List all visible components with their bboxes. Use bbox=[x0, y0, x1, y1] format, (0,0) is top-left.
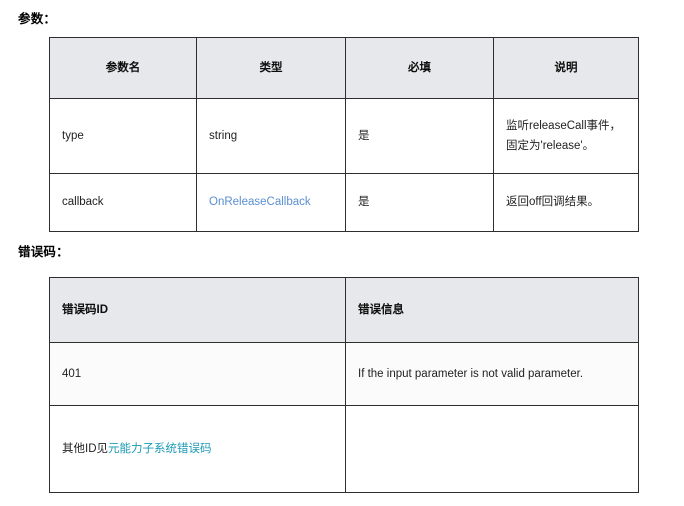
table-header-row: 错误码ID 错误信息 bbox=[49, 277, 639, 343]
error-codes-section-title: 错误码： bbox=[18, 245, 69, 259]
on-release-callback-link[interactable]: OnReleaseCallback bbox=[209, 196, 311, 208]
error-id-cell: 其他ID见元能力子系统错误码 bbox=[49, 405, 346, 493]
param-required-cell: 是 bbox=[345, 98, 494, 174]
parameters-table: 参数名 类型 必填 说明 type string 是 监听releaseCall… bbox=[49, 37, 639, 232]
param-name-cell: type bbox=[49, 98, 197, 174]
column-header-param-desc: 说明 bbox=[493, 37, 639, 99]
param-name-cell: callback bbox=[49, 173, 197, 232]
table-row: callback OnReleaseCallback 是 返回off回调结果。 bbox=[49, 173, 639, 232]
error-message-cell: If the input parameter is not valid para… bbox=[345, 342, 639, 406]
param-type-cell: OnReleaseCallback bbox=[196, 173, 346, 232]
table-header-row: 参数名 类型 必填 说明 bbox=[49, 37, 639, 99]
column-header-error-message: 错误信息 bbox=[345, 277, 639, 343]
table-row: 401 If the input parameter is not valid … bbox=[49, 342, 639, 406]
column-header-error-id: 错误码ID bbox=[49, 277, 346, 343]
error-id-cell: 401 bbox=[49, 342, 346, 406]
param-description-cell: 监听releaseCall事件， 固定为'release'。 bbox=[493, 98, 639, 174]
other-ids-text: 其他ID见 bbox=[62, 442, 108, 455]
error-message-cell bbox=[345, 405, 639, 493]
column-header-param-required: 必填 bbox=[345, 37, 494, 99]
ability-subsystem-error-codes-link[interactable]: 元能力子系统错误码 bbox=[108, 443, 212, 455]
table-row: 其他ID见元能力子系统错误码 bbox=[49, 405, 639, 493]
column-header-param-name: 参数名 bbox=[49, 37, 197, 99]
params-section-title: 参数： bbox=[18, 12, 57, 26]
column-header-param-type: 类型 bbox=[196, 37, 346, 99]
table-row: type string 是 监听releaseCall事件， 固定为'relea… bbox=[49, 98, 639, 174]
param-description-cell: 返回off回调结果。 bbox=[493, 173, 639, 232]
param-required-cell: 是 bbox=[345, 173, 494, 232]
param-type-cell: string bbox=[196, 98, 346, 174]
error-codes-table: 错误码ID 错误信息 401 If the input parameter is… bbox=[49, 277, 639, 493]
